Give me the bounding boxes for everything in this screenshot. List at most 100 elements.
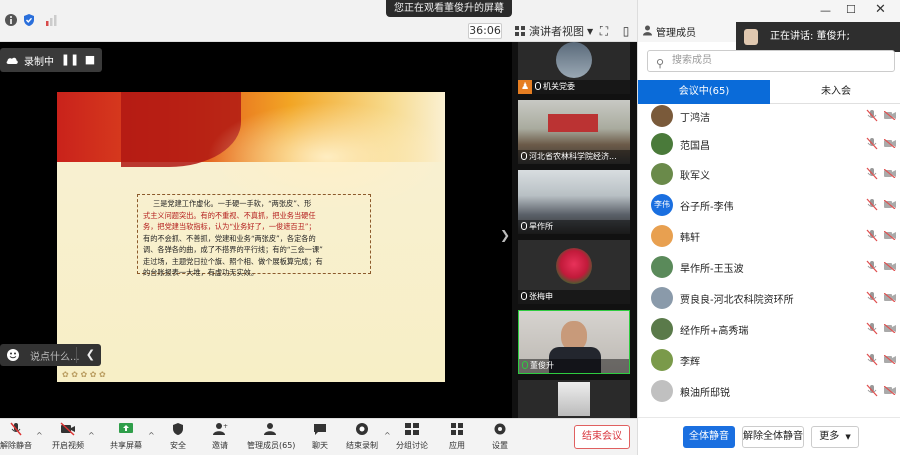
mic-muted-icon[interactable] — [866, 198, 878, 211]
mute-all-button[interactable]: 全体静音 — [683, 426, 735, 448]
start-video-label: 开启视频 — [52, 441, 84, 450]
member-row[interactable]: 丁鸿洁 — [638, 104, 900, 131]
video-tile-active-speaker[interactable]: 董俊升 — [518, 310, 630, 374]
manage-members-button[interactable]: 管理成员(65) — [247, 422, 295, 454]
camera-off-icon[interactable] — [884, 231, 896, 240]
camera-off-icon[interactable] — [884, 355, 896, 364]
mic-muted-icon[interactable] — [866, 260, 878, 273]
menu-dots-icon[interactable]: ⋮ — [491, 0, 511, 17]
shield-icon[interactable] — [22, 13, 36, 27]
video-tile[interactable]: 旱作所 — [518, 170, 630, 234]
fullscreen-icon[interactable]: ⛶ — [597, 24, 611, 38]
member-row[interactable]: 李伟 谷子所-李伟 — [638, 189, 900, 220]
mic-muted-icon[interactable] — [866, 137, 878, 150]
member-row[interactable]: 范国昌 — [638, 128, 900, 159]
audio-options-caret-icon[interactable]: ^ — [36, 431, 43, 440]
member-name: 李辉 — [680, 357, 700, 368]
minimize-window-icon[interactable]: — — [820, 4, 831, 17]
sidebar-toggle-icon[interactable]: ▯ — [619, 24, 633, 38]
member-row[interactable]: 贾良良-河北农科院资环所 — [638, 282, 900, 313]
record-options-caret-icon[interactable]: ^ — [384, 431, 391, 440]
slide-line: 走过场，主题党日拉个旗、照个相、做个展板算完成；有 — [143, 256, 323, 266]
mic-muted-icon[interactable] — [866, 291, 878, 304]
settings-button[interactable]: 设置 — [480, 422, 520, 454]
apps-button[interactable]: 应用 — [437, 422, 477, 454]
start-video-button[interactable]: 开启视频 — [48, 422, 88, 454]
emoji-icon[interactable] — [6, 348, 20, 362]
member-row[interactable]: 李辉 — [638, 344, 900, 375]
camera-off-icon[interactable] — [884, 262, 896, 271]
member-row[interactable]: 粮油所邸锐 — [638, 375, 900, 406]
maximize-window-icon[interactable]: ☐ — [846, 3, 856, 16]
security-button[interactable]: 安全 — [158, 422, 198, 454]
member-avatar — [651, 105, 673, 127]
video-tile[interactable] — [518, 380, 630, 418]
tile-caption: 旱作所 — [518, 220, 630, 234]
close-window-icon[interactable]: ✕ — [875, 2, 886, 17]
recording-indicator: 录制中 ❚❚ ■ — [0, 48, 102, 72]
member-name: 丁鸿洁 — [680, 113, 710, 124]
chat-input-pill[interactable]: 说点什么... ❮ — [0, 344, 101, 366]
mic-muted-icon[interactable] — [866, 322, 878, 335]
camera-off-icon[interactable] — [884, 200, 896, 209]
search-placeholder: 搜索成员 — [672, 55, 712, 66]
mic-muted-icon[interactable] — [866, 229, 878, 242]
member-row[interactable]: 旱作所-王玉波 — [638, 251, 900, 282]
share-options-caret-icon[interactable]: ^ — [148, 431, 155, 440]
mic-muted-icon[interactable] — [866, 384, 878, 397]
breakout-button[interactable]: 分组讨论 — [392, 422, 432, 454]
mic-muted-icon[interactable] — [866, 109, 878, 122]
camera-off-icon[interactable] — [884, 111, 896, 120]
signal-icon[interactable] — [44, 13, 58, 27]
member-name: 谷子所-李伟 — [680, 202, 734, 213]
tab-not-joined[interactable]: 未入会 — [770, 80, 900, 104]
share-screen-button[interactable]: 共享屏幕 — [106, 422, 146, 454]
camera-off-icon[interactable] — [884, 293, 896, 302]
video-options-caret-icon[interactable]: ^ — [88, 431, 95, 440]
share-screen-icon — [119, 423, 133, 433]
unmute-button[interactable]: 解除静音 — [0, 422, 36, 454]
video-tile[interactable]: ♟ 机关党委 — [518, 42, 630, 94]
chat-label: 聊天 — [312, 441, 328, 450]
video-tile[interactable]: 张梅申 — [518, 240, 630, 304]
member-search-input[interactable]: ⚲ 搜索成员 — [647, 50, 895, 72]
video-tile[interactable]: 河北省农林科学院经济... — [518, 100, 630, 164]
camera-off-icon[interactable] — [884, 139, 896, 148]
view-mode-selector[interactable]: 演讲者视图 ▼ — [514, 23, 593, 39]
tile-caption: 张梅申 — [518, 290, 630, 304]
stop-recording-toolbar-button[interactable]: 结束录制 — [342, 422, 382, 454]
tile-name: 张梅申 — [529, 292, 553, 301]
collapse-chevron-icon[interactable]: ❮ — [86, 344, 95, 366]
mic-muted-icon[interactable] — [866, 167, 878, 180]
stop-recording-button[interactable]: ■ — [80, 48, 100, 72]
tab-in-meeting[interactable]: 会议中(65) — [638, 80, 770, 104]
share-screen-label: 共享屏幕 — [110, 441, 142, 450]
member-name: 粮油所邸锐 — [680, 388, 730, 399]
strip-expand-chevron-icon[interactable]: ❯ — [500, 228, 510, 242]
camera-off-icon[interactable] — [884, 386, 896, 395]
pause-recording-button[interactable]: ❚❚ — [60, 48, 80, 72]
breakout-label: 分组讨论 — [396, 441, 428, 450]
panel-header: 管理成员 — ☐ ✕ 正在讲话: 董俊升; — [638, 0, 900, 52]
tile-caption: 董俊升 — [519, 359, 629, 373]
end-meeting-button[interactable]: 结束会议 — [574, 425, 630, 449]
avatar — [556, 248, 592, 284]
member-row[interactable]: 经作所+高秀瑞 — [638, 313, 900, 344]
chat-button[interactable]: 聊天 — [300, 422, 340, 454]
member-row[interactable]: 耿军义 — [638, 158, 900, 189]
invite-button[interactable]: + 邀请 — [200, 422, 240, 454]
speaking-indicator: 正在讲话: 董俊升; — [736, 22, 900, 52]
presentation-slide: 三是党建工作虚化。一手硬一手软，“两张皮”、形 式主义问题突出。有的不重视、不真… — [57, 92, 445, 382]
tile-name: 机关党委 — [543, 82, 575, 91]
member-list: 丁鸿洁范国昌 耿军义 李伟 谷子所-李伟 韩轩 旱作所-王玉波 贾良良-河北农科院资环所 经作… — [638, 104, 900, 417]
mic-icon — [521, 152, 527, 160]
info-icon[interactable] — [4, 13, 18, 27]
camera-off-icon[interactable] — [884, 324, 896, 333]
panel-title: 管理成员 — [656, 28, 696, 39]
member-row[interactable]: 韩轩 — [638, 220, 900, 251]
camera-off-icon[interactable] — [884, 169, 896, 178]
mic-muted-icon[interactable] — [866, 353, 878, 366]
more-button[interactable]: 更多 ▼ — [811, 426, 859, 448]
unmute-all-button[interactable]: 解除全体静音 — [742, 426, 804, 448]
top-bar: 您正在观看董俊升的屏幕 ⋮ 36:06 演讲者视图 ▼ ⛶ ▯ — [0, 0, 637, 42]
